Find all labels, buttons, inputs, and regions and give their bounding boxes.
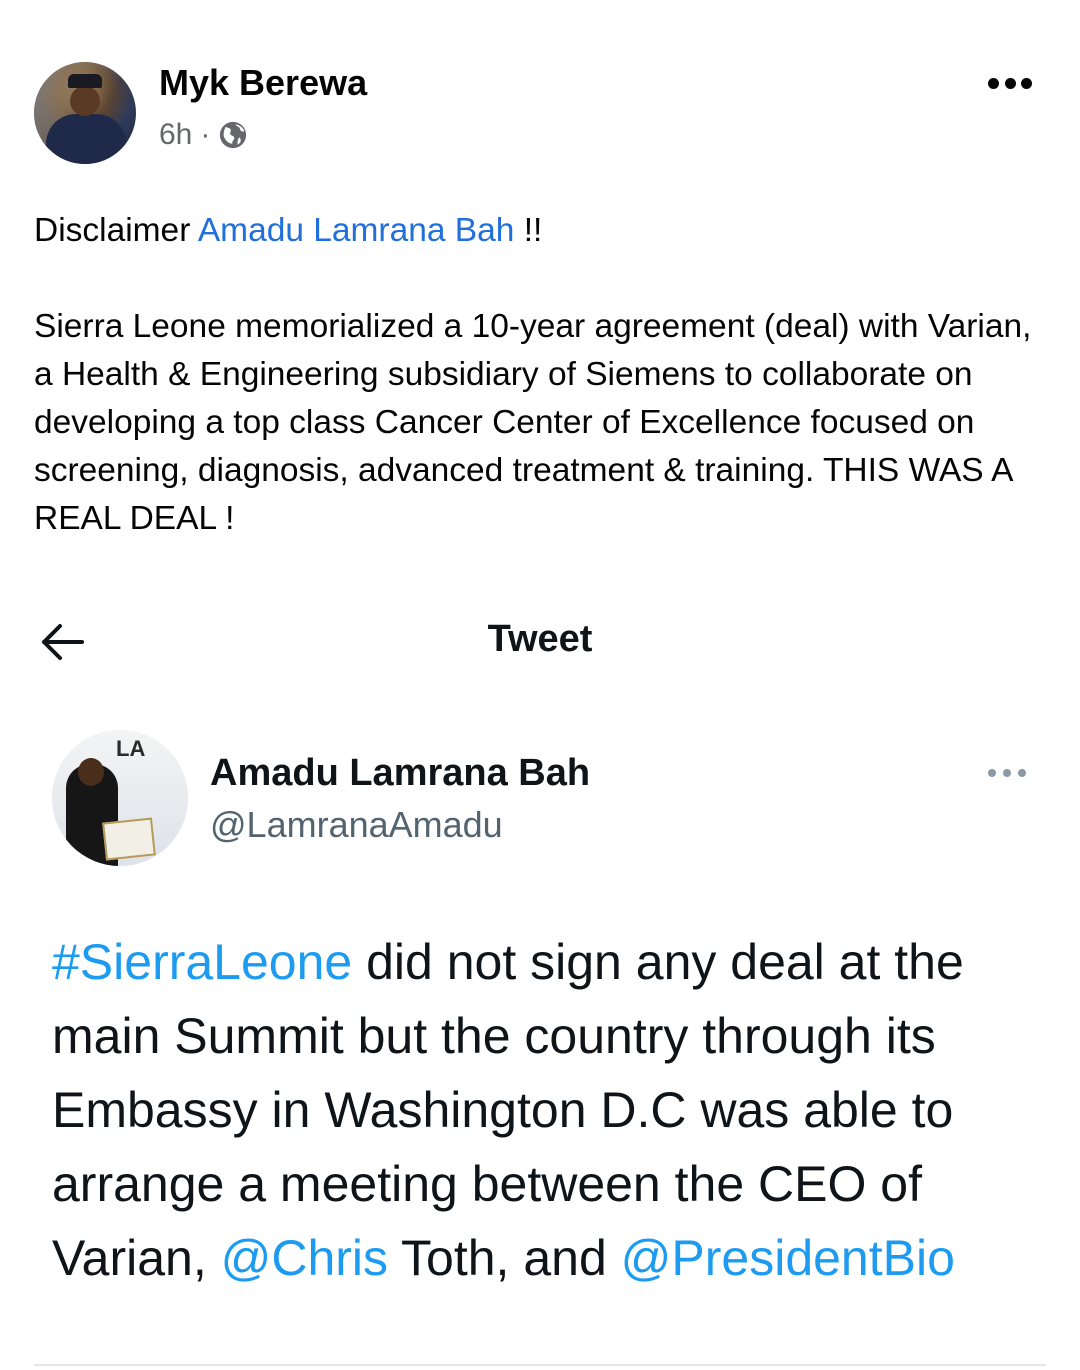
post-header: Myk Berewa 6h · [34, 62, 1046, 168]
mention-link-presidentbio[interactable]: @PresidentBio [621, 1230, 955, 1286]
author-avatar[interactable] [34, 62, 136, 164]
tweet-screenshot: Tweet LA Amadu Lamrana Bah @LamranaAmadu… [0, 600, 1080, 1370]
meta-separator: · [200, 118, 211, 151]
tweet-more-options-icon[interactable] [988, 768, 1026, 778]
tweet-text: #SierraLeone did not sign any deal at th… [52, 934, 964, 1286]
post-meta: 6h · [159, 118, 248, 152]
divider [34, 1364, 1046, 1366]
post-text: Disclaimer Amadu Lamrana Bah !! Sierra L… [34, 207, 1044, 543]
tweet-author-handle[interactable]: @LamranaAmadu [210, 804, 503, 846]
post-disclaimer: Disclaimer Amadu Lamrana Bah !! [34, 212, 543, 249]
tweet-author-avatar[interactable]: LA [52, 730, 188, 866]
mention-link[interactable]: Amadu Lamrana Bah [198, 212, 515, 249]
more-options-icon[interactable] [988, 76, 1032, 90]
post-body: Sierra Leone memorialized a 10-year agre… [34, 308, 1032, 537]
mention-link-chris[interactable]: @Chris [221, 1230, 388, 1286]
post-time[interactable]: 6h [159, 118, 192, 152]
author-name[interactable]: Myk Berewa [159, 62, 367, 104]
globe-icon [220, 121, 247, 149]
tweet-author-name[interactable]: Amadu Lamrana Bah [210, 752, 590, 795]
tweet-page-title: Tweet [487, 618, 593, 660]
hashtag-link[interactable]: #SierraLeone [52, 934, 352, 990]
